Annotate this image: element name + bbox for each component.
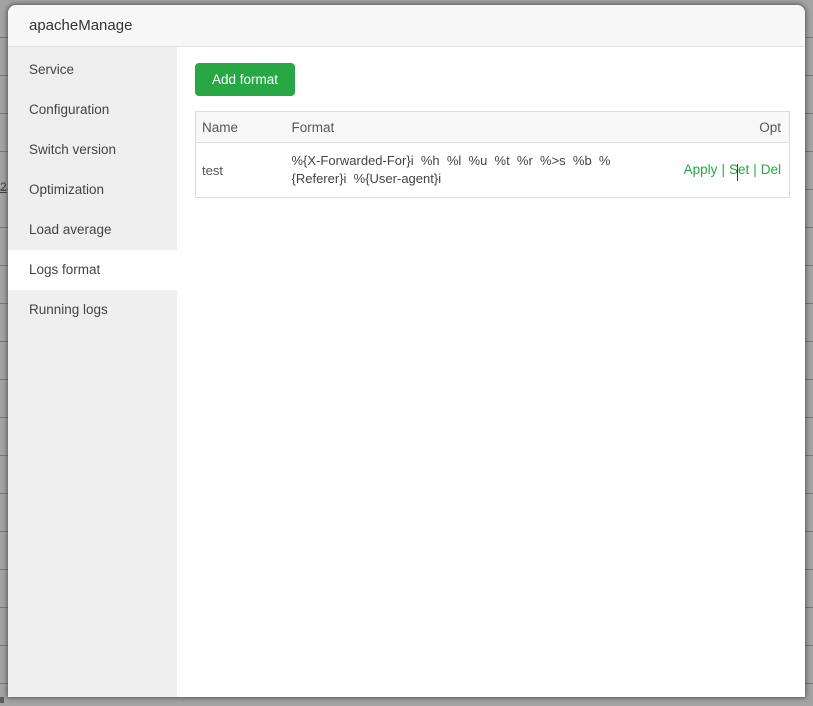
sidebar-item-running-logs[interactable]: Running logs bbox=[8, 290, 177, 330]
action-separator: | bbox=[721, 162, 725, 177]
del-link[interactable]: Del bbox=[761, 162, 781, 177]
sidebar-item-logs-format[interactable]: Logs format bbox=[8, 250, 177, 290]
format-string-cell: %{X-Forwarded-For}i %h %l %u %t %r %>s %… bbox=[291, 142, 680, 198]
set-link[interactable]: Set bbox=[729, 162, 749, 177]
table-row: test %{X-Forwarded-For}i %h %l %u %t %r … bbox=[195, 142, 790, 198]
column-header-format: Format bbox=[291, 111, 680, 143]
formats-table: Name Format Opt test %{X-Forwarded-For}i… bbox=[195, 111, 790, 198]
text-cursor-ibeam bbox=[737, 164, 738, 181]
add-format-button[interactable]: Add format bbox=[195, 63, 296, 96]
sidebar-item-load-average[interactable]: Load average bbox=[8, 210, 177, 250]
backdrop-right-strip bbox=[805, 0, 813, 706]
window-body: Service Configuration Switch version Opt… bbox=[8, 47, 805, 697]
column-header-name: Name bbox=[195, 111, 292, 143]
window-header: apacheManage bbox=[8, 5, 805, 47]
apply-link[interactable]: Apply bbox=[684, 162, 718, 177]
window-title: apacheManage bbox=[29, 17, 133, 34]
sidebar-item-switch-version[interactable]: Switch version bbox=[8, 130, 177, 170]
sidebar-item-optimization[interactable]: Optimization bbox=[8, 170, 177, 210]
table-header-row: Name Format Opt bbox=[195, 111, 790, 143]
backdrop-left-strip bbox=[0, 0, 8, 706]
backdrop-bottom-mark bbox=[0, 697, 4, 703]
action-separator: | bbox=[753, 162, 757, 177]
format-string: %{X-Forwarded-For}i %h %l %u %t %r %>s %… bbox=[291, 153, 611, 186]
format-actions-cell: Apply | Set | Del bbox=[679, 142, 790, 198]
sidebar-item-service[interactable]: Service bbox=[8, 50, 177, 90]
format-name-cell: test bbox=[195, 142, 292, 198]
apache-manage-window: apacheManage Service Configuration Switc… bbox=[8, 5, 805, 697]
screen: 2 apacheManage Service Configuration Swi… bbox=[0, 0, 813, 706]
backdrop-page-number: 2 bbox=[0, 180, 7, 194]
sidebar: Service Configuration Switch version Opt… bbox=[8, 47, 177, 697]
column-header-opt: Opt bbox=[679, 111, 790, 143]
main-content: Add format Name Format Opt test %{X-Forw… bbox=[177, 47, 805, 697]
sidebar-item-configuration[interactable]: Configuration bbox=[8, 90, 177, 130]
